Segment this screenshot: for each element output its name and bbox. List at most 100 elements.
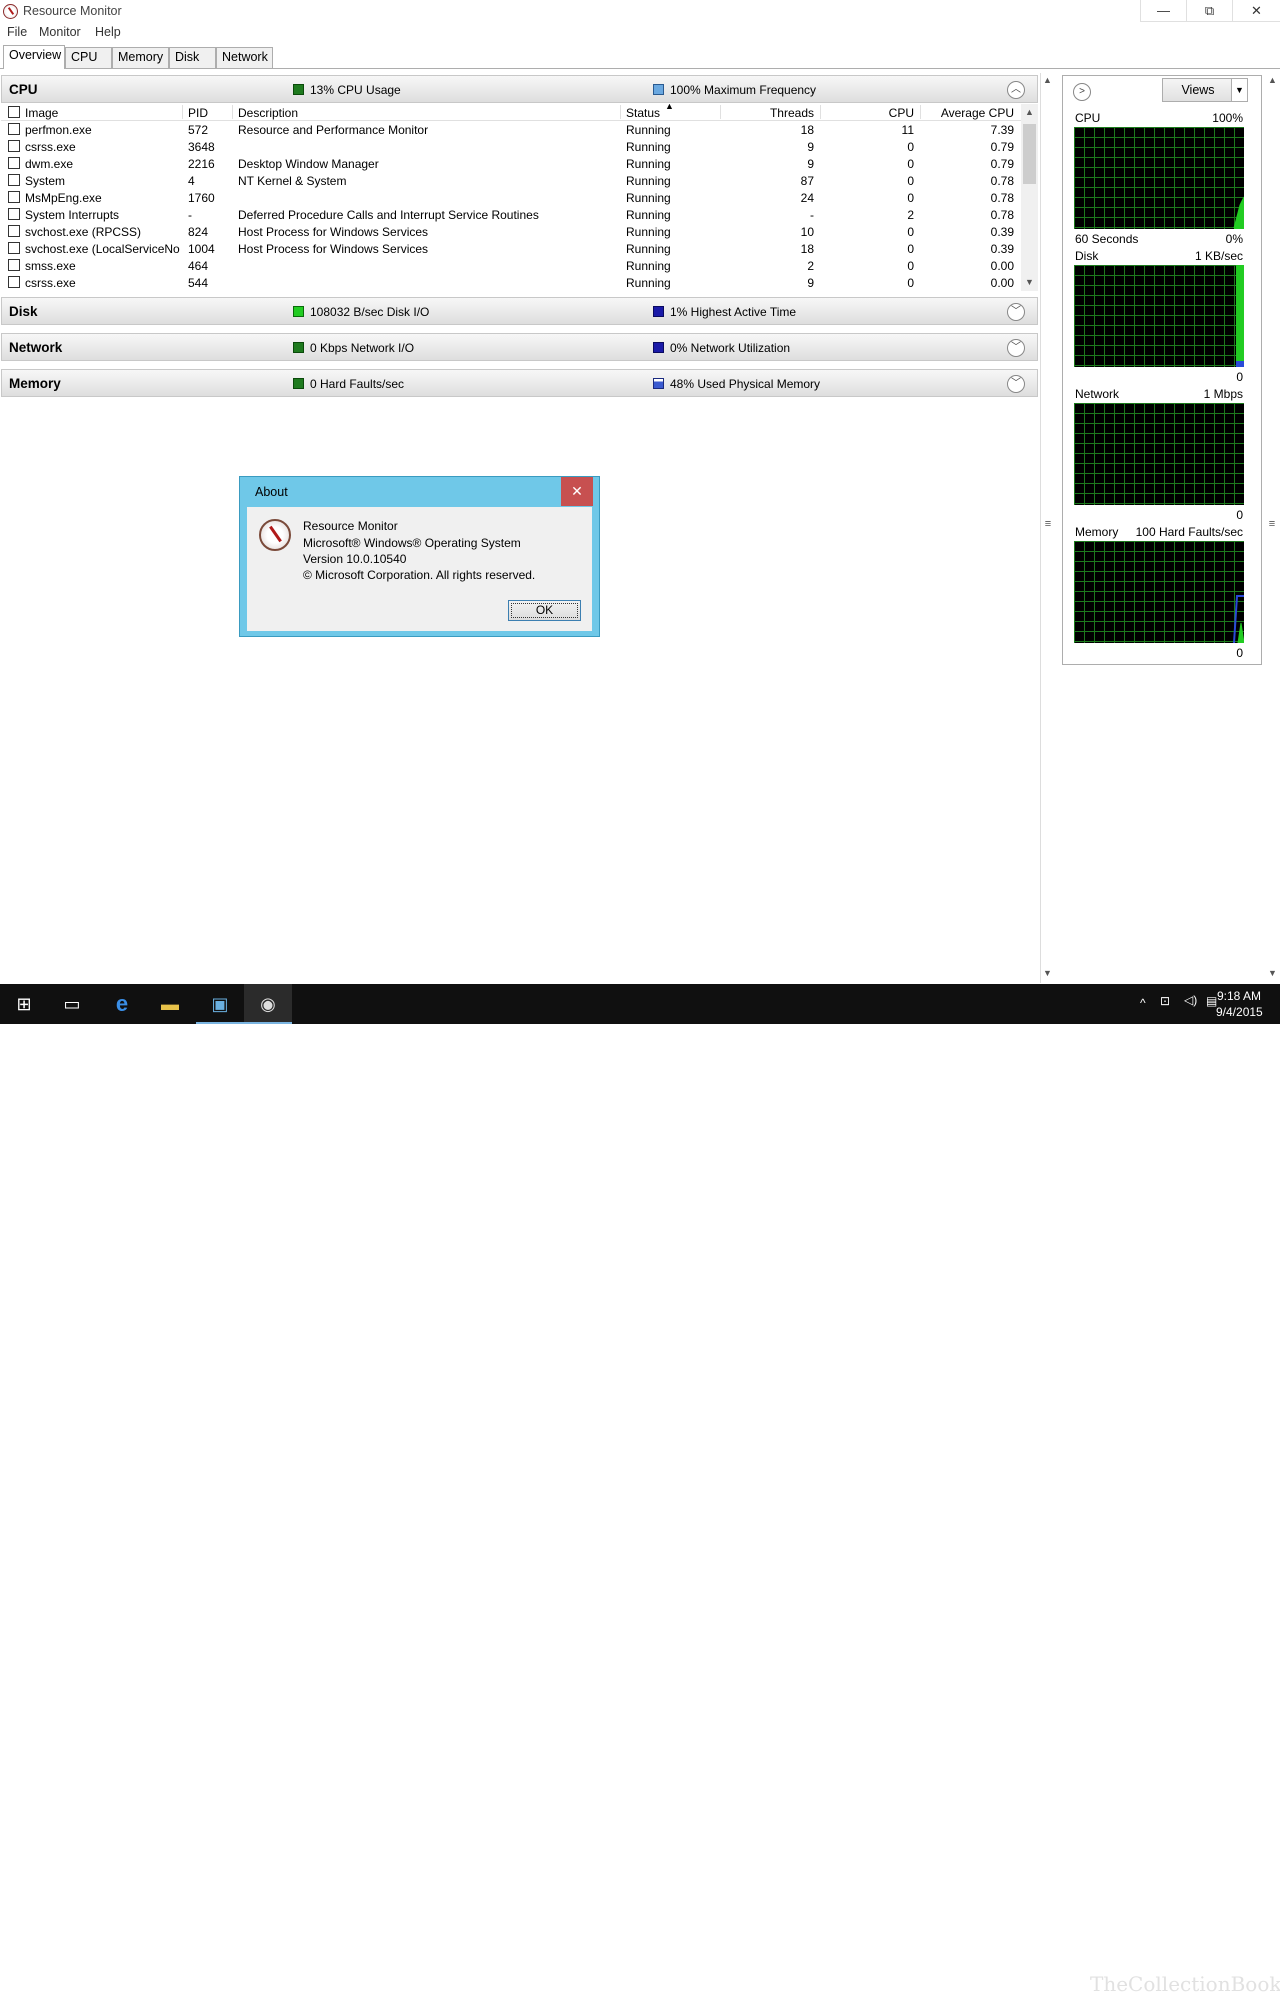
product-name: Resource Monitor <box>303 519 398 533</box>
taskbar: ⊞ ▭ e ▬ ▣ ◉ TheCollectionBook ^ ⊡ ◁) ▤ 9… <box>0 984 1280 1996</box>
menu-monitor[interactable]: Monitor <box>39 25 81 39</box>
dialog-close-icon[interactable]: ✕ <box>561 477 593 506</box>
task-view-icon[interactable]: ▭ <box>48 984 96 1024</box>
window-title: Resource Monitor <box>23 4 122 18</box>
column-average-cpu[interactable]: Average CPU <box>920 106 1014 120</box>
scroll-down-icon[interactable]: ▼ <box>1268 968 1277 978</box>
row-checkbox[interactable] <box>8 157 20 169</box>
section-title: Network <box>9 340 63 355</box>
row-checkbox[interactable] <box>8 140 20 152</box>
table-header: Image PID Description Status ▲ Threads C… <box>1 104 1022 121</box>
row-checkbox[interactable] <box>8 123 20 135</box>
tab-overview[interactable]: Overview <box>3 45 65 69</box>
expand-panel-icon[interactable]: > <box>1073 83 1091 101</box>
resource-monitor-taskbar-icon[interactable]: ◉ <box>244 984 292 1024</box>
cpu-table-scrollbar[interactable]: ▲ ▼ <box>1021 104 1038 291</box>
cell-status: Running <box>626 208 671 222</box>
show-hidden-icons-icon[interactable]: ^ <box>1140 996 1146 1010</box>
ok-button[interactable]: OK <box>508 600 581 621</box>
expand-icon[interactable]: ﹀ <box>1007 339 1025 357</box>
table-row[interactable]: perfmon.exe 572 Resource and Performance M… <box>1 121 1022 138</box>
table-row[interactable]: MsMpEng.exe 1760 Running 24 0 0.78 <box>1 189 1022 206</box>
row-checkbox[interactable] <box>8 242 20 254</box>
collapse-icon[interactable]: ︿ <box>1007 81 1025 99</box>
start-windows-icon[interactable]: ⊞ <box>0 984 48 1024</box>
menu-file[interactable]: File <box>7 25 27 39</box>
table-row[interactable]: csrss.exe 544 Running 9 0 0.00 <box>1 274 1022 291</box>
cpu-section-header[interactable]: CPU 13% CPU Usage 100% Maximum Frequency… <box>1 75 1038 103</box>
expand-icon[interactable]: ﹀ <box>1007 303 1025 321</box>
right-panel-scrollbar[interactable]: ▲ ≡ ▼ <box>1264 73 1280 983</box>
column-image[interactable]: Image <box>25 106 58 120</box>
hard-faults-stat: 0 Hard Faults/sec <box>293 377 404 391</box>
network-utilization-text: 0% Network Utilization <box>670 341 791 355</box>
column-cpu[interactable]: CPU <box>820 106 914 120</box>
table-row[interactable]: dwm.exe 2216 Desktop Window Manager Running… <box>1 155 1022 172</box>
disk-graph <box>1074 265 1244 367</box>
panel-splitter[interactable]: ▲ ≡ ▼ <box>1040 73 1056 983</box>
views-dropdown-icon[interactable]: ▼ <box>1231 78 1248 102</box>
volume-icon[interactable]: ◁) <box>1184 993 1197 1007</box>
column-threads[interactable]: Threads <box>720 106 814 120</box>
row-checkbox[interactable] <box>8 174 20 186</box>
scroll-thumb[interactable] <box>1023 124 1036 184</box>
menu-help[interactable]: Help <box>95 25 121 39</box>
network-section-header[interactable]: Network 0 Kbps Network I/O 0% Network Ut… <box>1 333 1038 361</box>
scroll-up-icon[interactable]: ▲ <box>1021 104 1038 121</box>
table-row[interactable]: System Interrupts - Deferred Procedure Cal… <box>1 206 1022 223</box>
cell-status: Running <box>626 191 671 205</box>
cell-threads: 24 <box>800 191 814 205</box>
tab-memory[interactable]: Memory <box>112 47 169 68</box>
splitter-grip-icon[interactable]: ≡ <box>1268 518 1276 530</box>
expand-icon[interactable]: ﹀ <box>1007 375 1025 393</box>
cell-average-cpu: 0.00 <box>990 276 1014 290</box>
row-checkbox[interactable] <box>8 208 20 220</box>
row-checkbox[interactable] <box>8 191 20 203</box>
memory-section-header[interactable]: Memory 0 Hard Faults/sec 48% Used Physic… <box>1 369 1038 397</box>
row-checkbox[interactable] <box>8 259 20 271</box>
close-button[interactable]: ✕ <box>1232 0 1280 22</box>
scroll-up-icon[interactable]: ▲ <box>1043 75 1052 85</box>
column-pid[interactable]: PID <box>188 106 208 120</box>
row-checkbox[interactable] <box>8 276 20 288</box>
cell-threads: 10 <box>800 225 814 239</box>
select-all-checkbox[interactable] <box>8 106 20 118</box>
server-manager-icon[interactable]: ▣ <box>196 984 244 1024</box>
table-row[interactable]: System 4 NT Kernel & System Running 87 0 0.78 <box>1 172 1022 189</box>
table-row[interactable]: svchost.exe (RPCSS) 824 Host Process for W… <box>1 223 1022 240</box>
file-explorer-icon[interactable]: ▬ <box>146 984 194 1024</box>
cell-average-cpu: 0.79 <box>990 157 1014 171</box>
table-row[interactable]: svchost.exe (LocalServiceNo... 1004 Host P… <box>1 240 1022 257</box>
minimize-button[interactable]: — <box>1140 0 1186 22</box>
tab-disk[interactable]: Disk <box>169 47 216 68</box>
disk-graph-line <box>1236 265 1244 367</box>
network-tray-icon[interactable]: ⊡ <box>1160 994 1170 1008</box>
scroll-up-icon[interactable]: ▲ <box>1268 75 1277 85</box>
cell-threads: 9 <box>807 276 814 290</box>
column-status[interactable]: Status <box>626 106 660 120</box>
cell-status: Running <box>626 242 671 256</box>
cell-average-cpu: 0.78 <box>990 174 1014 188</box>
tab-cpu[interactable]: CPU <box>65 47 112 68</box>
scroll-down-icon[interactable]: ▼ <box>1043 968 1052 978</box>
edge-browser-icon[interactable]: e <box>98 984 146 1024</box>
table-row[interactable]: smss.exe 464 Running 2 0 0.00 <box>1 257 1022 274</box>
restore-button[interactable]: ⧉ <box>1186 0 1232 22</box>
tab-network[interactable]: Network <box>216 47 273 68</box>
cell-status: Running <box>626 259 671 273</box>
clock-time[interactable]: 9:18 AM <box>1217 989 1261 1003</box>
graph-max: 1 Mbps <box>1203 387 1243 401</box>
column-description[interactable]: Description <box>238 106 298 120</box>
row-checkbox[interactable] <box>8 225 20 237</box>
cell-cpu: 0 <box>907 140 914 154</box>
table-row[interactable]: csrss.exe 3648 Running 9 0 0.79 <box>1 138 1022 155</box>
disk-section-header[interactable]: Disk 108032 B/sec Disk I/O 1% Highest Ac… <box>1 297 1038 325</box>
scroll-down-icon[interactable]: ▼ <box>1021 274 1038 291</box>
clock-date[interactable]: 9/4/2015 <box>1216 1005 1263 1019</box>
cpu-usage-stat: 13% CPU Usage <box>293 83 401 97</box>
splitter-grip-icon[interactable]: ≡ <box>1044 518 1052 530</box>
dialog-title: About <box>255 485 288 499</box>
cpu-usage-swatch <box>293 84 304 95</box>
cell-cpu: 0 <box>907 157 914 171</box>
watermark-text: TheCollectionBook <box>1090 1972 1280 1996</box>
